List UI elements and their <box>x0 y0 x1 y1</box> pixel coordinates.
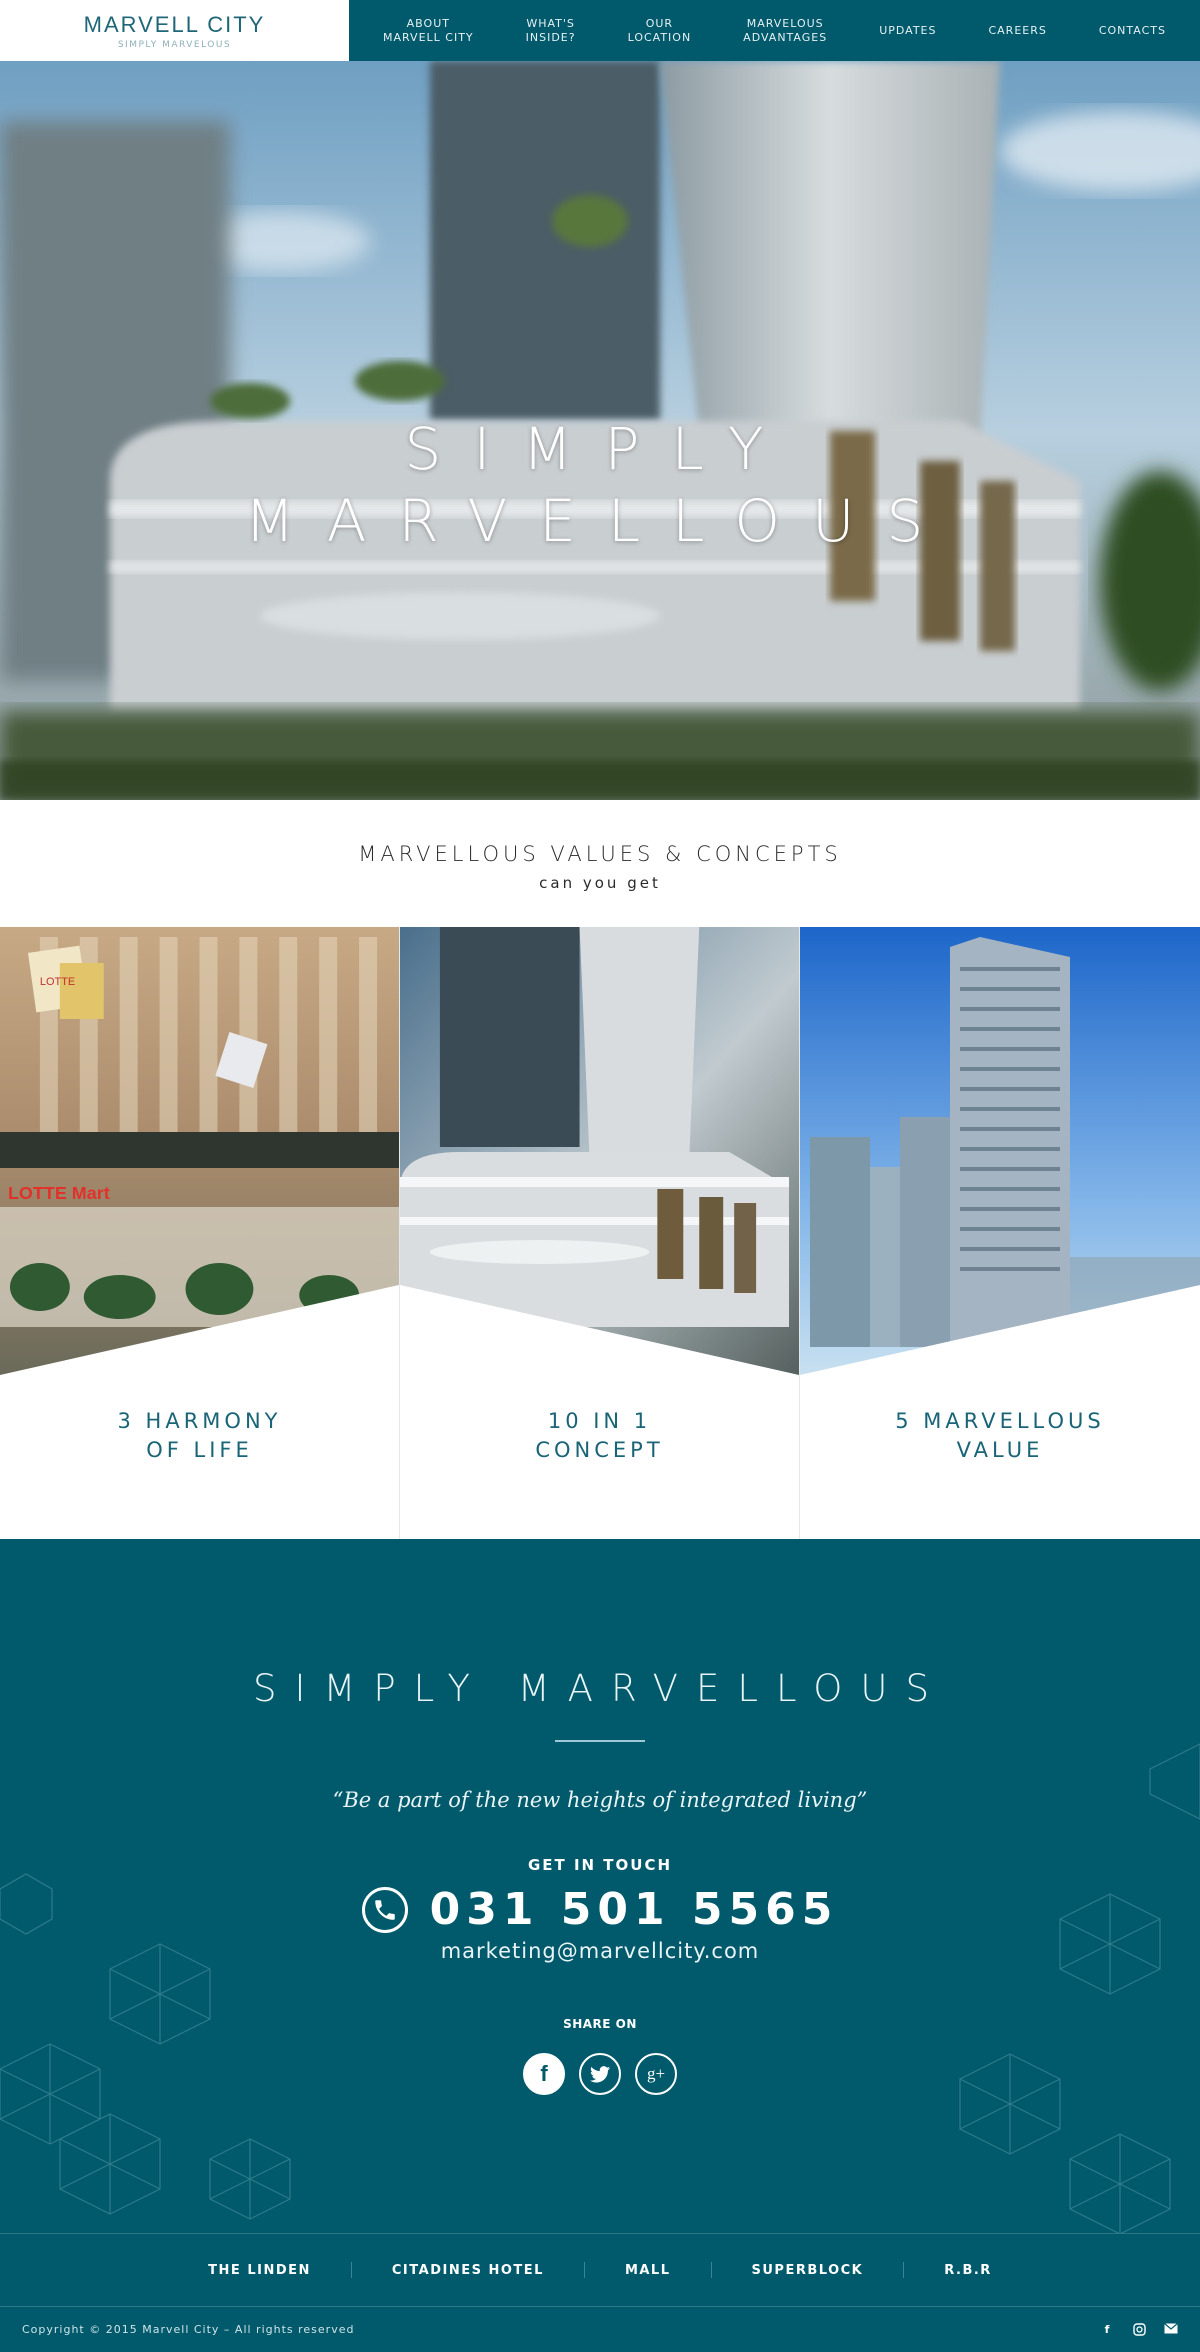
svg-text:LOTTE: LOTTE <box>40 976 75 988</box>
concept-card-label: 10 IN 1 CONCEPT <box>535 1409 664 1462</box>
google-plus-icon: g+ <box>646 2064 666 2083</box>
main-nav: ABOUT MARVELL CITY WHAT'S INSIDE? OUR LO… <box>349 0 1200 61</box>
phone-icon <box>361 1886 408 1933</box>
nav-item-contacts[interactable]: CONTACTS <box>1099 24 1166 38</box>
mail-icon[interactable] <box>1164 2322 1178 2337</box>
logo-text: MARVELL CITY <box>83 11 266 37</box>
twitter-share-button[interactable] <box>579 2053 621 2095</box>
svg-text:LOTTE Mart: LOTTE Mart <box>8 1183 110 1203</box>
concept-card-image <box>400 927 799 1375</box>
values-cards: LOTTE LOTTE Mart 3 HARMONY OF LIFE 10 IN… <box>0 927 1200 1539</box>
facebook-share-button[interactable]: f <box>523 2053 565 2095</box>
nav-item-updates[interactable]: UPDATES <box>879 24 936 38</box>
get-in-touch-heading: GET IN TOUCH <box>527 1856 673 1874</box>
share-buttons: f g+ <box>0 2053 1200 2095</box>
footer-link-superblock[interactable]: SUPERBLOCK <box>712 2263 904 2278</box>
value-card-marvellous-value[interactable]: 5 MARVELLOUS VALUE <box>800 927 1200 1539</box>
nav-item-location[interactable]: OUR LOCATION <box>628 17 692 45</box>
values-title: MARVELLOUS VALUES & CONCEPTS <box>358 842 842 866</box>
nav-item-careers[interactable]: CAREERS <box>988 24 1046 38</box>
copyright-text: Copyright © 2015 Marvell City – All righ… <box>22 2323 355 2336</box>
footer-link-citadines-hotel[interactable]: CITADINES HOTEL <box>352 2263 584 2278</box>
nav-item-about[interactable]: ABOUT MARVELL CITY <box>383 17 474 45</box>
value-card-label: 5 MARVELLOUS VALUE <box>895 1409 1105 1462</box>
logo[interactable]: MARVELL CITY SIMPLY MARVELOUS <box>0 0 349 61</box>
value-card-image <box>800 927 1200 1375</box>
values-subtitle: can you get <box>539 874 661 892</box>
footer-social-links: f <box>1100 2323 1178 2337</box>
share-on-label: SHARE ON <box>563 2017 637 2031</box>
site-header: MARVELL CITY SIMPLY MARVELOUS ABOUT MARV… <box>0 0 1200 61</box>
google-plus-share-button[interactable]: g+ <box>635 2053 677 2095</box>
value-card-concept[interactable]: 10 IN 1 CONCEPT <box>400 927 800 1539</box>
contact-title: SIMPLY MARVELLOUS <box>253 1667 947 1710</box>
contact-section: SIMPLY MARVELLOUS “Be a part of the new … <box>0 1539 1200 2233</box>
phone-row: 031 501 5565 <box>0 1884 1200 1935</box>
contact-quote: “Be a part of the new heights of integra… <box>332 1788 868 1812</box>
hero-title: SIMPLY MARVELLOUS <box>244 415 956 555</box>
logo-tagline: SIMPLY MARVELOUS <box>117 39 232 50</box>
footer-link-mall[interactable]: MALL <box>585 2263 711 2278</box>
footer-bottom-bar: Copyright © 2015 Marvell City – All righ… <box>0 2306 1200 2352</box>
title-divider <box>555 1740 645 1742</box>
nav-item-whats-inside[interactable]: WHAT'S INSIDE? <box>526 17 576 45</box>
hero-banner: SIMPLY MARVELLOUS f <box>0 61 1200 800</box>
harmony-card-image: LOTTE LOTTE Mart <box>0 927 399 1375</box>
twitter-icon <box>590 2065 610 2082</box>
footer-link-rbr[interactable]: R.B.R <box>904 2263 1032 2278</box>
email-link[interactable]: marketing@marvellcity.com <box>0 1939 1200 1963</box>
value-card-harmony[interactable]: LOTTE LOTTE Mart 3 HARMONY OF LIFE <box>0 927 400 1539</box>
site-footer: THE LINDEN CITADINES HOTEL MALL SUPERBLO… <box>0 2233 1200 2352</box>
instagram-icon[interactable] <box>1132 2322 1146 2337</box>
footer-link-the-linden[interactable]: THE LINDEN <box>168 2263 351 2278</box>
values-header: MARVELLOUS VALUES & CONCEPTS can you get <box>0 800 1200 927</box>
nav-item-advantages[interactable]: MARVELOUS ADVANTAGES <box>743 17 827 45</box>
phone-number[interactable]: 031 501 5565 <box>430 1884 839 1935</box>
footer-nav: THE LINDEN CITADINES HOTEL MALL SUPERBLO… <box>0 2233 1200 2306</box>
values-section: MARVELLOUS VALUES & CONCEPTS can you get <box>0 800 1200 1539</box>
facebook-icon: f <box>540 2061 548 2086</box>
facebook-icon[interactable]: f <box>1100 2323 1114 2337</box>
harmony-card-label: 3 HARMONY OF LIFE <box>117 1409 282 1462</box>
